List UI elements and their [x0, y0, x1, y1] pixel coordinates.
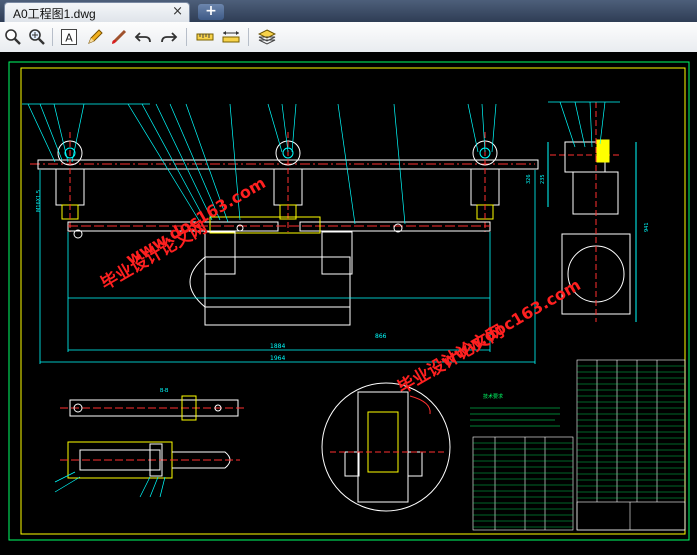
- toolbar: A: [0, 22, 697, 53]
- redo-icon[interactable]: [158, 26, 180, 48]
- tab-bar: A0工程图1.dwg × +: [0, 0, 697, 22]
- dimension-icon[interactable]: [220, 26, 242, 48]
- pencil-icon[interactable]: [84, 26, 106, 48]
- lower-bodies: [189, 231, 353, 326]
- text-icon[interactable]: A: [58, 26, 80, 48]
- layers-icon[interactable]: [256, 26, 278, 48]
- cad-drawing: 866 1884 1964 M16X1.5 326 235 941 B-B 技术…: [8, 61, 690, 541]
- table-rows: [473, 365, 685, 528]
- section-label: B-B: [160, 388, 169, 394]
- watermark-url-2: www.doc163.com: [438, 275, 584, 370]
- dim-thread: M16X1.5: [36, 190, 42, 212]
- zoom-window-icon[interactable]: [26, 26, 48, 48]
- document-tab[interactable]: A0工程图1.dwg ×: [4, 2, 190, 22]
- dim-1884: 1884: [270, 343, 285, 350]
- tech-lines: [470, 407, 560, 427]
- tab-title: A0工程图1.dwg: [13, 7, 96, 21]
- dim-1964: 1964: [270, 355, 285, 362]
- text-icon-glyph: A: [65, 32, 73, 45]
- detail-leaders: [54, 471, 166, 498]
- tech-title: 技术要求: [483, 393, 503, 400]
- section-circle-view: [321, 382, 451, 512]
- side-dim-a: 326: [526, 174, 532, 184]
- detail-view-top: [60, 395, 245, 421]
- drawing-canvas[interactable]: 866 1884 1964 M16X1.5 326 235 941 B-B 技术…: [0, 52, 697, 551]
- connecting-rods: [67, 216, 491, 239]
- side-dim-c: 941: [644, 222, 650, 232]
- brush-icon[interactable]: [108, 26, 130, 48]
- parts-table: [472, 359, 686, 531]
- new-tab-button[interactable]: +: [198, 4, 224, 20]
- detail-view-bottom: [60, 441, 240, 479]
- dim-866: 866: [375, 333, 387, 340]
- zoom-icon[interactable]: [2, 26, 24, 48]
- side-dim-b: 235: [540, 174, 546, 184]
- carriage-left: [55, 132, 85, 232]
- inner-frame: [20, 67, 686, 535]
- watermark-url-1: www.doc163.com: [123, 173, 269, 268]
- undo-icon[interactable]: [132, 26, 154, 48]
- measure-icon[interactable]: [194, 26, 216, 48]
- close-icon[interactable]: ×: [172, 4, 183, 19]
